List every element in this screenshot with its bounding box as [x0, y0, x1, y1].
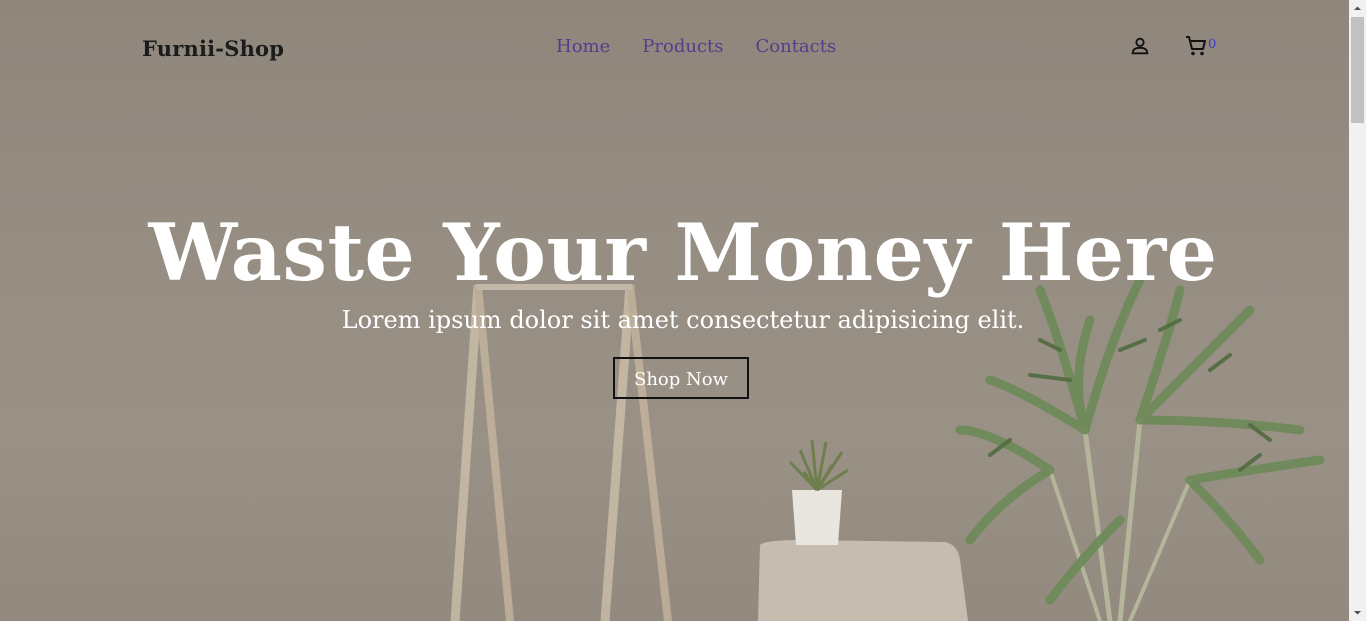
scroll-up-arrow-icon[interactable]: [1349, 0, 1366, 17]
shop-now-button[interactable]: Shop Now: [613, 357, 749, 399]
scrollbar-thumb[interactable]: [1351, 17, 1364, 123]
clothes-rack: [450, 284, 672, 621]
draped-table: [758, 540, 968, 621]
hero-subtitle: Lorem ipsum dolor sit amet consectetur a…: [341, 306, 1025, 334]
small-pot: [792, 490, 842, 545]
navbar: Furnii-Shop Home Products Contacts 0: [0, 0, 1349, 96]
cart-button[interactable]: 0: [1184, 34, 1216, 58]
small-plant-leaves: [788, 439, 849, 492]
hero-section: Furnii-Shop Home Products Contacts 0 Was…: [0, 0, 1349, 621]
nav-link-contacts[interactable]: Contacts: [756, 36, 837, 57]
nav-link-home[interactable]: Home: [556, 36, 610, 57]
nav-link-products[interactable]: Products: [642, 36, 723, 57]
person-icon[interactable]: [1129, 35, 1151, 57]
nav-links: Home Products Contacts: [556, 36, 836, 57]
brand-logo[interactable]: Furnii-Shop: [142, 36, 284, 61]
shopping-cart-icon: [1184, 34, 1208, 58]
scroll-down-arrow-icon[interactable]: [1349, 604, 1366, 621]
cart-count-badge: 0: [1208, 37, 1217, 52]
hero-title: Waste Your Money Here: [148, 206, 1218, 299]
page-scrollbar[interactable]: [1349, 0, 1366, 621]
